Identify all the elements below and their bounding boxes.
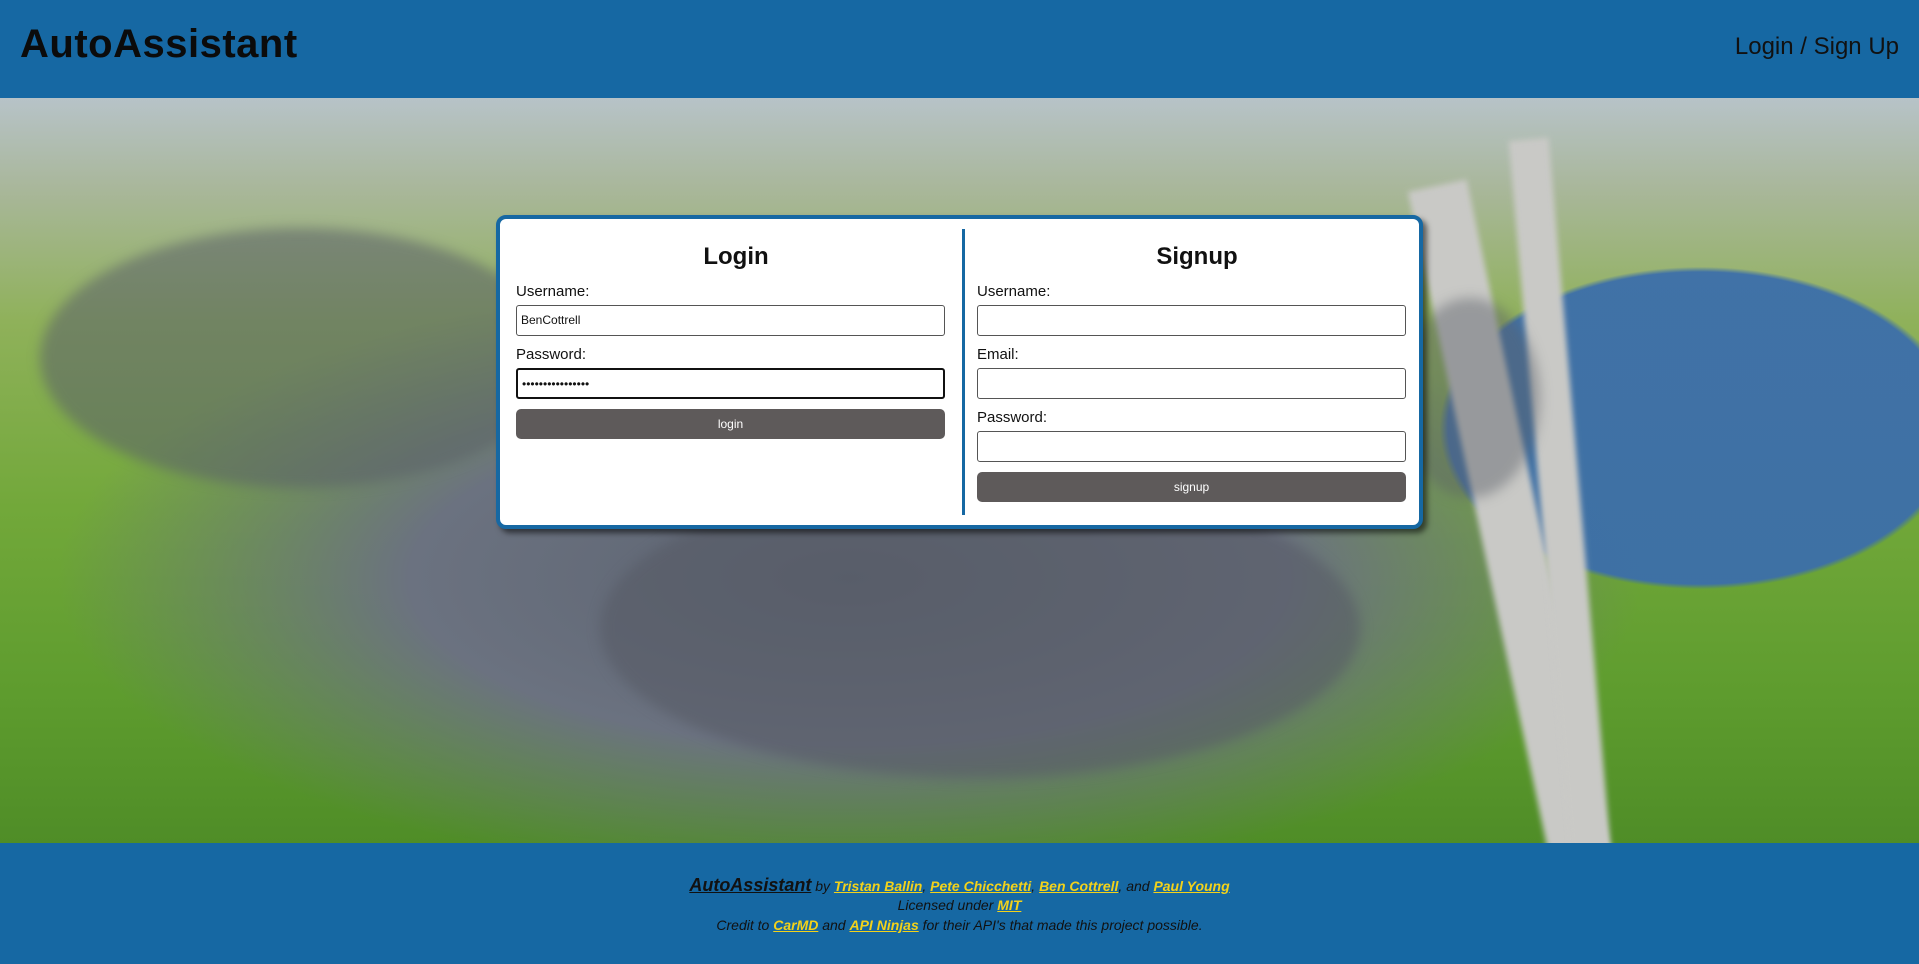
author-link-tristan[interactable]: Tristan Ballin — [834, 878, 922, 894]
license-prefix: Licensed under — [897, 897, 994, 913]
credit-and: and — [822, 917, 846, 933]
panel-divider — [962, 229, 965, 515]
author-link-ben[interactable]: Ben Cottrell — [1039, 878, 1118, 894]
signup-password-input[interactable] — [977, 431, 1406, 462]
login-title: Login — [703, 243, 769, 270]
footer-brand[interactable]: AutoAssistant — [689, 875, 811, 895]
login-signup-link[interactable]: Login / Sign Up — [1735, 33, 1899, 61]
signup-username-label: Username: — [977, 283, 1051, 300]
signup-email-input[interactable] — [977, 368, 1406, 399]
signup-username-input[interactable] — [977, 305, 1406, 336]
signup-email-label: Email: — [977, 346, 1019, 363]
login-button[interactable]: login — [516, 409, 945, 439]
signup-form: Signup Username: Email: Password: signup — [977, 219, 1417, 502]
signup-button[interactable]: signup — [977, 472, 1406, 502]
license-link-mit[interactable]: MIT — [997, 897, 1021, 913]
login-username-label: Username: — [516, 283, 590, 300]
footer-credits-line: AutoAssistant by Tristan Ballin, Pete Ch… — [689, 875, 1230, 895]
footer-by: by — [815, 878, 831, 894]
credit-link-carmd[interactable]: CarMD — [773, 917, 818, 933]
login-password-label: Password: — [516, 346, 587, 363]
login-form: Login Username: BenCottrell Password: ••… — [516, 219, 956, 439]
signup-password-label: Password: — [977, 409, 1048, 426]
footer-license-line: Licensed under MIT — [0, 895, 1919, 915]
footer-api-credit-line: Credit to CarMD and API Ninjas for their… — [0, 915, 1919, 935]
brand-logo[interactable]: AutoAssistant — [20, 22, 298, 67]
header: AutoAssistant Login / Sign Up — [0, 0, 1919, 98]
signup-title: Signup — [1156, 243, 1238, 270]
author-link-paul[interactable]: Paul Young — [1153, 878, 1229, 894]
author-link-pete[interactable]: Pete Chicchetti — [930, 878, 1031, 894]
login-password-input[interactable]: •••••••••••••••• — [516, 368, 945, 399]
credit-prefix: Credit to — [716, 917, 770, 933]
login-username-input[interactable]: BenCottrell — [516, 305, 945, 336]
footer: AutoAssistant by Tristan Ballin, Pete Ch… — [0, 843, 1919, 964]
credit-suffix: for their API's that made this project p… — [922, 917, 1203, 933]
footer-and: and — [1126, 878, 1150, 894]
auth-panel: Login Username: BenCottrell Password: ••… — [496, 215, 1423, 529]
credit-link-api-ninjas[interactable]: API Ninjas — [849, 917, 918, 933]
